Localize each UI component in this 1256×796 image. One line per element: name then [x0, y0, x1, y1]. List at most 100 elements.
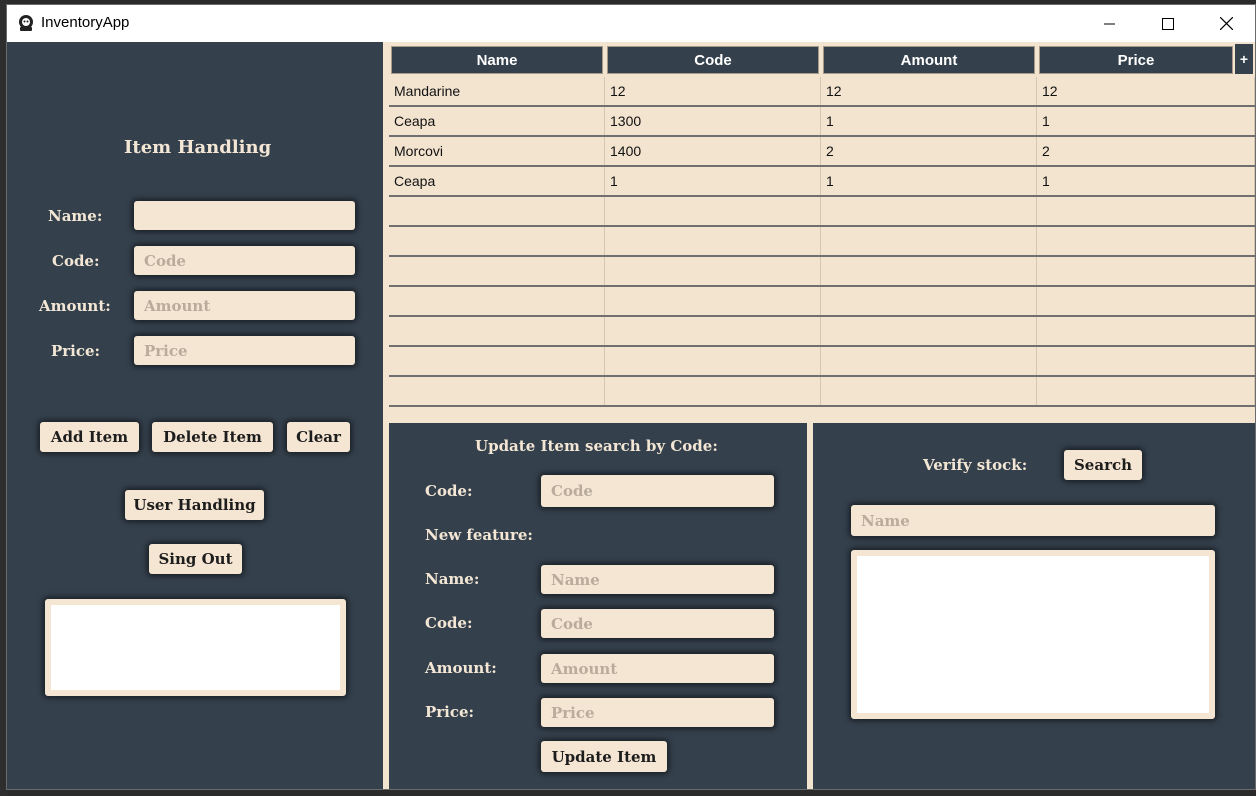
cell-amount[interactable]: 1 — [821, 167, 1037, 195]
cell-amount[interactable] — [821, 377, 1037, 405]
cell-price[interactable] — [1037, 287, 1255, 315]
cell-amount[interactable] — [821, 287, 1037, 315]
cell-code[interactable]: 1 — [605, 167, 821, 195]
table-row[interactable] — [389, 257, 1255, 287]
cell-amount[interactable] — [821, 227, 1037, 255]
update-amount-input[interactable] — [541, 654, 774, 683]
minimize-button[interactable] — [1081, 5, 1139, 42]
cell-amount[interactable] — [821, 197, 1037, 225]
table-row[interactable] — [389, 197, 1255, 227]
update-price-label: Price: — [425, 703, 475, 721]
cell-amount[interactable]: 2 — [821, 137, 1037, 165]
cell-amount[interactable]: 12 — [821, 77, 1037, 105]
update-item-panel: Update Item search by Code: Code: New fe… — [389, 423, 807, 789]
cell-name[interactable] — [389, 227, 605, 255]
cell-price[interactable]: 1 — [1037, 167, 1255, 195]
close-button[interactable] — [1197, 5, 1255, 42]
cell-code[interactable] — [605, 317, 821, 345]
cell-name[interactable]: Morcovi — [389, 137, 605, 165]
cell-price[interactable]: 12 — [1037, 77, 1255, 105]
cell-code[interactable] — [605, 377, 821, 405]
maximize-icon — [1162, 17, 1174, 30]
cell-code[interactable]: 1400 — [605, 137, 821, 165]
column-header-name[interactable]: Name — [389, 44, 605, 76]
cell-price[interactable]: 2 — [1037, 137, 1255, 165]
cell-price[interactable] — [1037, 377, 1255, 405]
column-header-amount[interactable]: Amount — [821, 44, 1037, 76]
cell-price[interactable]: 1 — [1037, 107, 1255, 135]
table-row[interactable] — [389, 227, 1255, 257]
cell-code[interactable] — [605, 347, 821, 375]
minimize-icon — [1104, 23, 1115, 24]
update-code-input[interactable] — [541, 475, 774, 507]
app-window: InventoryApp Item Handling Name: Code: A… — [6, 4, 1256, 790]
cell-amount[interactable] — [821, 257, 1037, 285]
column-header-code[interactable]: Code — [605, 44, 821, 76]
item-handling-heading: Item Handling — [124, 137, 272, 158]
cell-amount[interactable]: 1 — [821, 107, 1037, 135]
cell-code[interactable]: 12 — [605, 77, 821, 105]
table-row[interactable] — [389, 347, 1255, 377]
user-handling-button[interactable]: User Handling — [125, 490, 264, 520]
update-new-code-input[interactable] — [541, 609, 774, 638]
update-amount-label: Amount: — [425, 659, 497, 677]
table-row[interactable]: Ceapa 1 1 1 — [389, 167, 1255, 197]
cell-price[interactable] — [1037, 197, 1255, 225]
name-input[interactable] — [134, 201, 355, 230]
cell-name[interactable] — [389, 317, 605, 345]
cell-amount[interactable] — [821, 317, 1037, 345]
close-icon — [1219, 17, 1233, 30]
cell-code[interactable] — [605, 227, 821, 255]
cell-name[interactable] — [389, 287, 605, 315]
column-header-price[interactable]: Price — [1037, 44, 1235, 76]
cell-price[interactable] — [1037, 257, 1255, 285]
cell-name[interactable]: Ceapa — [389, 167, 605, 195]
update-item-button[interactable]: Update Item — [541, 741, 667, 772]
add-column-icon[interactable]: + — [1235, 44, 1253, 74]
search-button[interactable]: Search — [1064, 450, 1142, 480]
cell-name[interactable] — [389, 257, 605, 285]
table-row[interactable]: Mandarine 12 12 12 — [389, 77, 1255, 107]
cell-name[interactable]: Mandarine — [389, 77, 605, 105]
price-input[interactable] — [134, 336, 355, 365]
code-input[interactable] — [134, 246, 355, 275]
table-row[interactable]: Ceapa 1300 1 1 — [389, 107, 1255, 137]
table-body: Mandarine 12 12 12 Ceapa 1300 1 1 Morcovi 1400 2 2 C… — [389, 77, 1255, 407]
title-bar: InventoryApp — [7, 5, 1255, 42]
cell-price[interactable] — [1037, 227, 1255, 255]
table-row[interactable] — [389, 317, 1255, 347]
verify-stock-panel: Verify stock: Search — [813, 423, 1255, 789]
cell-name[interactable] — [389, 347, 605, 375]
item-handling-panel: Item Handling Name: Code: Amount: Price:… — [7, 42, 383, 789]
add-item-button[interactable]: Add Item — [40, 422, 139, 452]
message-area[interactable] — [45, 599, 346, 696]
cell-code[interactable]: 1300 — [605, 107, 821, 135]
table-row[interactable] — [389, 377, 1255, 407]
verify-name-input[interactable] — [851, 505, 1215, 536]
cell-name[interactable]: Ceapa — [389, 107, 605, 135]
table-row[interactable]: Morcovi 1400 2 2 — [389, 137, 1255, 167]
delete-item-button[interactable]: Delete Item — [152, 422, 273, 452]
cell-price[interactable] — [1037, 317, 1255, 345]
code-label: Code: — [52, 252, 100, 270]
update-name-input[interactable] — [541, 565, 774, 594]
clear-button[interactable]: Clear — [287, 422, 350, 452]
cell-price[interactable] — [1037, 347, 1255, 375]
inventory-table[interactable]: Name Code Amount Price + Mandarine 12 12 12… — [389, 42, 1255, 417]
cell-amount[interactable] — [821, 347, 1037, 375]
verify-result-area[interactable] — [851, 550, 1215, 719]
sign-out-button[interactable]: Sing Out — [149, 544, 242, 574]
table-row[interactable] — [389, 287, 1255, 317]
app-content: Item Handling Name: Code: Amount: Price:… — [7, 42, 1255, 789]
cell-code[interactable] — [605, 287, 821, 315]
cell-code[interactable] — [605, 257, 821, 285]
cell-name[interactable] — [389, 197, 605, 225]
cell-name[interactable] — [389, 377, 605, 405]
amount-input[interactable] — [134, 291, 355, 320]
update-code-label: Code: — [425, 482, 473, 500]
update-price-input[interactable] — [541, 698, 774, 727]
table-header: Name Code Amount Price — [389, 44, 1255, 76]
cell-code[interactable] — [605, 197, 821, 225]
maximize-button[interactable] — [1139, 5, 1197, 42]
window-title: InventoryApp — [41, 14, 130, 31]
